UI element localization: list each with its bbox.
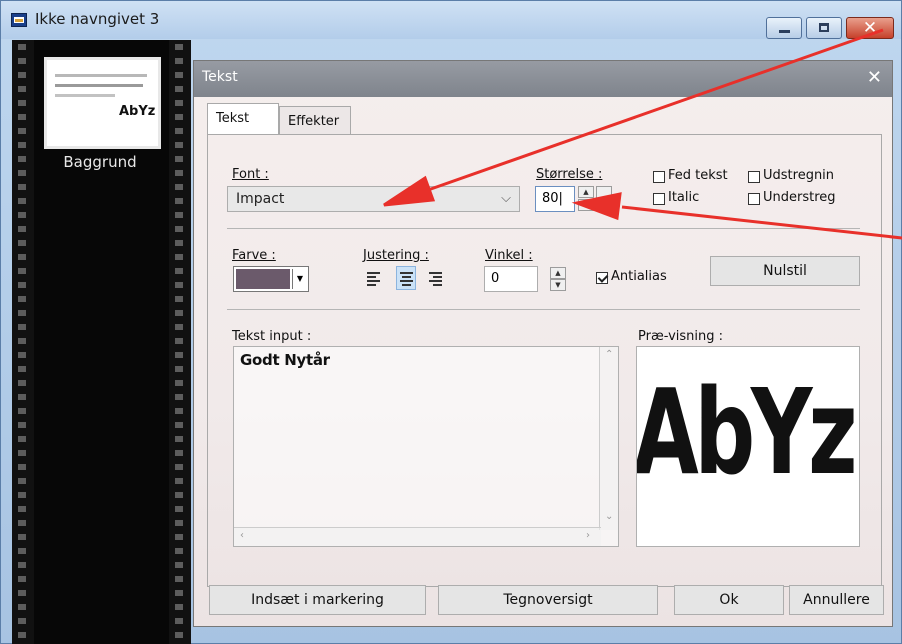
preview-box: AbYz: [636, 346, 860, 547]
minimize-button[interactable]: [766, 17, 802, 39]
vertical-scrollbar[interactable]: ⌃ ⌄: [599, 347, 618, 530]
layer-thumbnail[interactable]: AbYz: [44, 57, 161, 149]
angle-spin-down[interactable]: ▼: [550, 279, 566, 291]
thumb-line: [55, 84, 143, 87]
bold-label: Fed tekst: [668, 168, 728, 183]
layer-name[interactable]: Baggrund: [40, 153, 160, 171]
maximize-button[interactable]: [806, 17, 842, 39]
size-dropdown[interactable]: ▾: [596, 186, 612, 211]
italic-checkbox[interactable]: [653, 193, 665, 205]
font-label: Font :: [232, 167, 269, 182]
preview-sample: AbYz: [636, 363, 858, 501]
reset-button[interactable]: Nulstil: [710, 256, 860, 286]
film-strip-left: [12, 40, 34, 644]
scroll-right-icon: ›: [586, 530, 590, 541]
film-strip-right: [169, 40, 191, 644]
underline-label: Understreg: [763, 190, 836, 205]
antialias-label: Antialias: [611, 269, 667, 284]
color-label: Farve :: [232, 248, 276, 263]
text-input-area[interactable]: Godt Nytår ⌃ ⌄ ‹ ›: [233, 346, 619, 547]
antialias-checkbox[interactable]: [596, 272, 608, 284]
divider: [227, 228, 860, 229]
size-input[interactable]: 80|: [535, 186, 575, 212]
angle-label: Vinkel :: [485, 248, 533, 263]
maximize-icon: [819, 23, 829, 32]
dialog-titlebar[interactable]: Tekst ✕: [194, 61, 892, 97]
window-title: Ikke navngivet 3: [35, 10, 160, 28]
scroll-up-icon: ⌃: [605, 349, 614, 360]
minimize-icon: [779, 30, 790, 33]
font-select[interactable]: Impact ⌵: [227, 186, 520, 212]
alignment-label: Justering :: [363, 248, 429, 263]
horizontal-scrollbar[interactable]: ‹ ›: [234, 527, 601, 546]
tab-effekter[interactable]: Effekter: [279, 106, 351, 134]
window-titlebar[interactable]: Ikke navngivet 3 ✕: [1, 1, 901, 39]
angle-value: 0: [491, 271, 500, 286]
thumb-line: [55, 74, 147, 77]
tab-tekst[interactable]: Tekst: [207, 103, 279, 134]
strikethrough-checkbox[interactable]: [748, 171, 760, 183]
scroll-down-icon: ⌄: [605, 511, 614, 522]
window-close-button[interactable]: ✕: [846, 17, 894, 39]
align-right-button[interactable]: [426, 266, 446, 290]
size-spin-up[interactable]: ▲: [578, 186, 594, 198]
size-label: Størrelse :: [536, 167, 603, 182]
thumb-text: AbYz: [119, 104, 156, 119]
size-spin-down[interactable]: ▼: [578, 199, 594, 211]
thumb-line: [55, 94, 115, 97]
italic-label: Italic: [668, 190, 700, 205]
dialog-close-icon[interactable]: ✕: [867, 67, 882, 88]
insert-in-selection-button[interactable]: Indsæt i markering: [209, 585, 426, 615]
dialog-title: Tekst: [202, 69, 238, 85]
underline-checkbox[interactable]: [748, 193, 760, 205]
align-center-button[interactable]: [396, 266, 416, 290]
scroll-left-icon: ‹: [240, 530, 244, 541]
font-value: Impact: [236, 191, 285, 207]
angle-input[interactable]: 0: [484, 266, 538, 292]
bold-checkbox[interactable]: [653, 171, 665, 183]
strikethrough-label: Udstregnin: [763, 168, 835, 183]
close-icon: ✕: [862, 18, 878, 38]
angle-spin-up[interactable]: ▲: [550, 267, 566, 279]
chevron-down-icon: ▼: [292, 269, 307, 289]
divider: [227, 309, 860, 310]
chevron-down-icon: ⌵: [501, 191, 511, 206]
text-input-label: Tekst input :: [232, 329, 312, 344]
ok-button[interactable]: Ok: [674, 585, 784, 615]
color-fill: [236, 269, 290, 289]
text-dialog: Tekst ✕ Tekst Effekter Font : Impact ⌵ S…: [193, 60, 893, 627]
app-icon: [11, 13, 27, 27]
cancel-button[interactable]: Annullere: [789, 585, 884, 615]
character-map-button[interactable]: Tegnoversigt: [438, 585, 658, 615]
size-value: 80: [542, 191, 559, 206]
preview-label: Præ-visning :: [638, 329, 723, 344]
color-picker[interactable]: ▼: [233, 266, 309, 292]
text-input-value: Godt Nytår: [240, 351, 330, 369]
align-left-button[interactable]: [364, 266, 384, 290]
